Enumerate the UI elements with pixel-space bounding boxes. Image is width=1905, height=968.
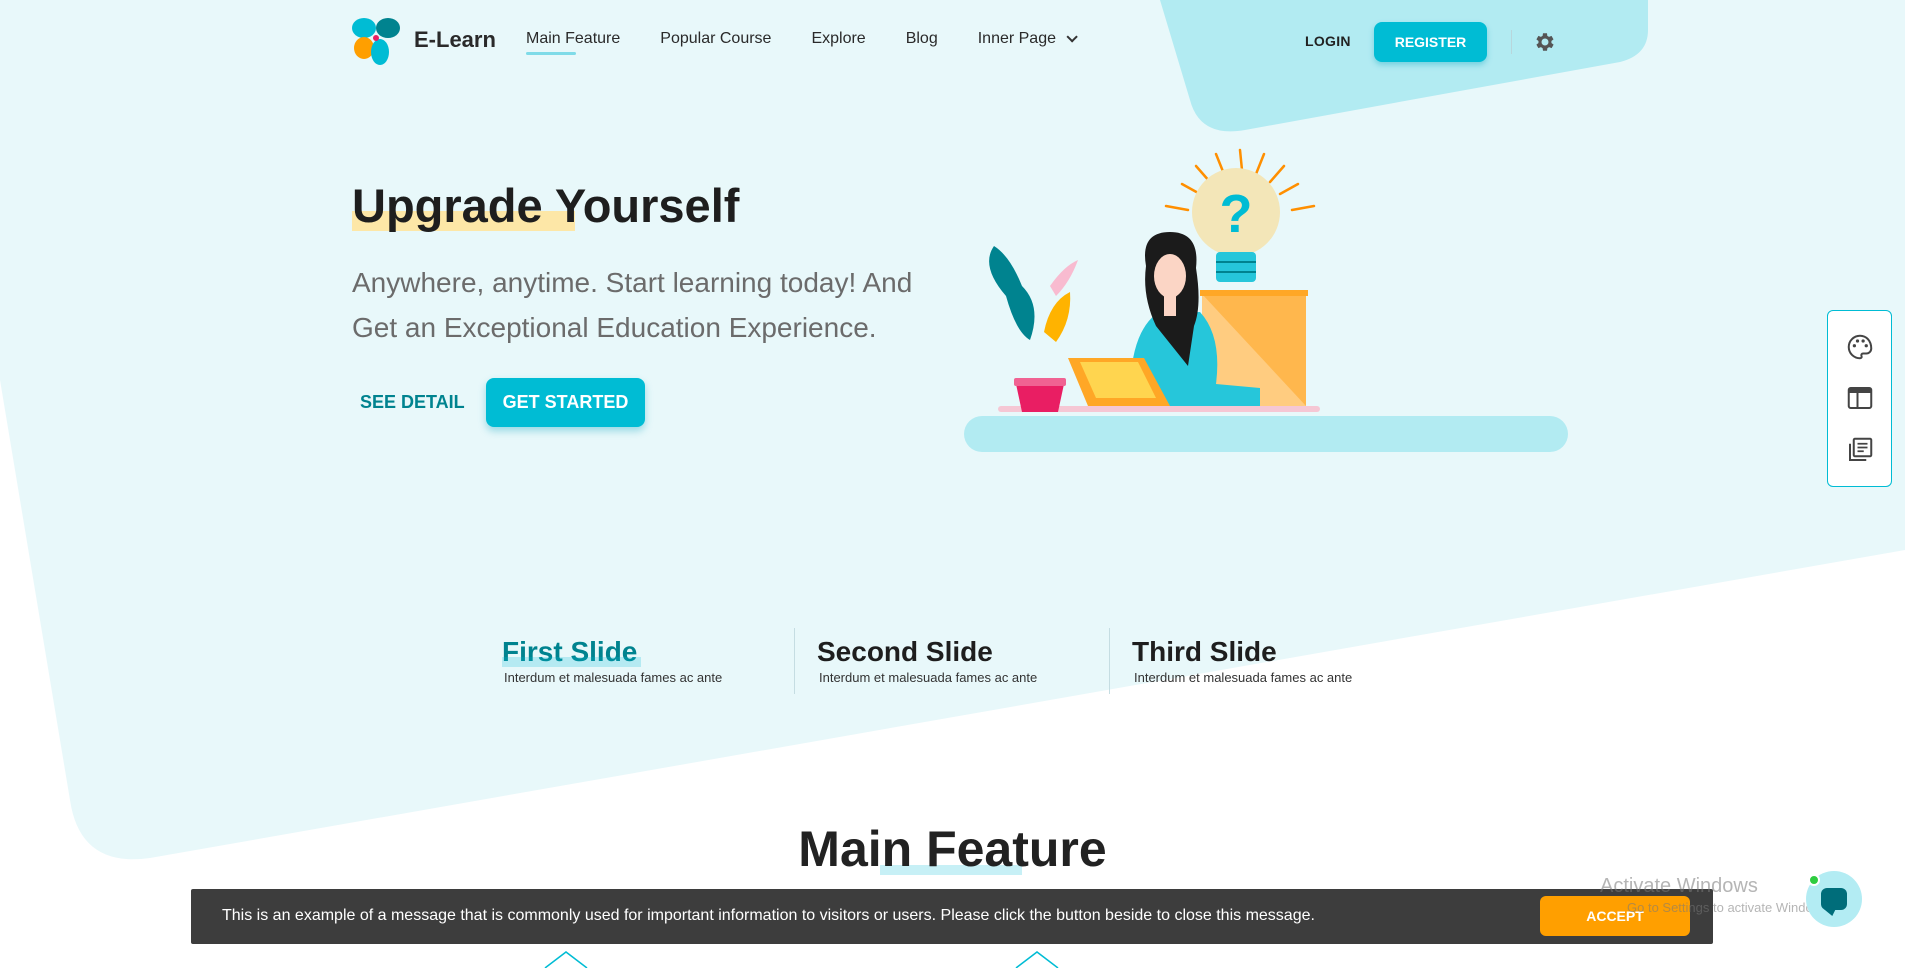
chat-bubble-icon: [1821, 888, 1847, 910]
nav-item-inner-page[interactable]: Inner Page: [977, 30, 1078, 48]
header-divider: [1511, 30, 1512, 54]
palette-icon[interactable]: [1845, 332, 1875, 362]
nav-item-label: Blog: [905, 30, 938, 47]
chevron-down-icon: [1066, 31, 1078, 43]
cookie-message: This is an example of a message that is …: [222, 907, 1315, 924]
get-started-button[interactable]: GET STARTED: [486, 378, 645, 427]
slide-tab-first[interactable]: First Slide Interdum et malesuada fames …: [487, 628, 802, 694]
see-detail-button[interactable]: SEE DETAIL: [360, 392, 465, 413]
layout-icon[interactable]: [1845, 383, 1875, 413]
slide-tab-third[interactable]: Third Slide Interdum et malesuada fames …: [1117, 628, 1432, 694]
nav-item-blog[interactable]: Blog: [906, 30, 938, 48]
nav-item-label: Main Feature: [526, 30, 621, 47]
main-nav: Main Feature Popular Course Explore Blog…: [526, 30, 1114, 55]
svg-text:?: ?: [1220, 184, 1253, 244]
site-header: E-Learn Main Feature Popular Course Expl…: [0, 0, 1905, 84]
feature-card-top-icon: [1015, 951, 1059, 968]
online-status-dot: [1808, 874, 1820, 886]
slide-title: Third Slide: [1132, 636, 1277, 667]
nav-item-popular-course[interactable]: Popular Course: [660, 30, 771, 48]
brand-name: E-Learn: [414, 27, 496, 52]
register-button[interactable]: REGISTER: [1374, 22, 1487, 62]
library-icon[interactable]: [1845, 435, 1875, 465]
gear-icon[interactable]: [1532, 30, 1556, 54]
slide-selector: First Slide Interdum et malesuada fames …: [487, 628, 1417, 694]
windows-watermark-subtitle: Go to Settings to activate Windows.: [1627, 900, 1833, 915]
side-tools-panel: [1827, 310, 1892, 487]
nav-item-main-feature[interactable]: Main Feature: [526, 30, 621, 55]
nav-item-label: Popular Course: [660, 30, 772, 47]
slide-subtitle: Interdum et malesuada fames ac ante: [819, 670, 1038, 685]
slide-title: First Slide: [502, 636, 642, 667]
logo-icon: [352, 18, 400, 65]
slide-tab-second[interactable]: Second Slide Interdum et malesuada fames…: [802, 628, 1117, 694]
section-title-text: Main Feature: [798, 821, 1107, 877]
nav-item-label: Explore: [811, 30, 866, 47]
hero-illustration: ?: [964, 148, 1568, 452]
feature-card-top-icon: [544, 951, 588, 968]
slide-divider: [1109, 628, 1110, 694]
logo[interactable]: E-Learn: [350, 14, 496, 66]
slide-divider: [794, 628, 795, 694]
slide-title: Second Slide: [817, 636, 993, 667]
cookie-consent-bar: This is an example of a message that is …: [191, 889, 1713, 944]
nav-item-explore[interactable]: Explore: [811, 30, 865, 48]
slide-subtitle: Interdum et malesuada fames ac ante: [1134, 670, 1353, 685]
nav-item-label: Inner Page: [977, 30, 1056, 47]
hero-subtitle: Anywhere, anytime. Start learning today!…: [352, 267, 913, 343]
hero-title: Upgrade Yourself: [352, 179, 740, 232]
section-title: Main Feature: [0, 820, 1905, 878]
slide-subtitle: Interdum et malesuada fames ac ante: [504, 670, 723, 685]
login-button[interactable]: LOGIN: [1305, 33, 1351, 49]
windows-watermark-title: Activate Windows: [1600, 875, 1758, 897]
